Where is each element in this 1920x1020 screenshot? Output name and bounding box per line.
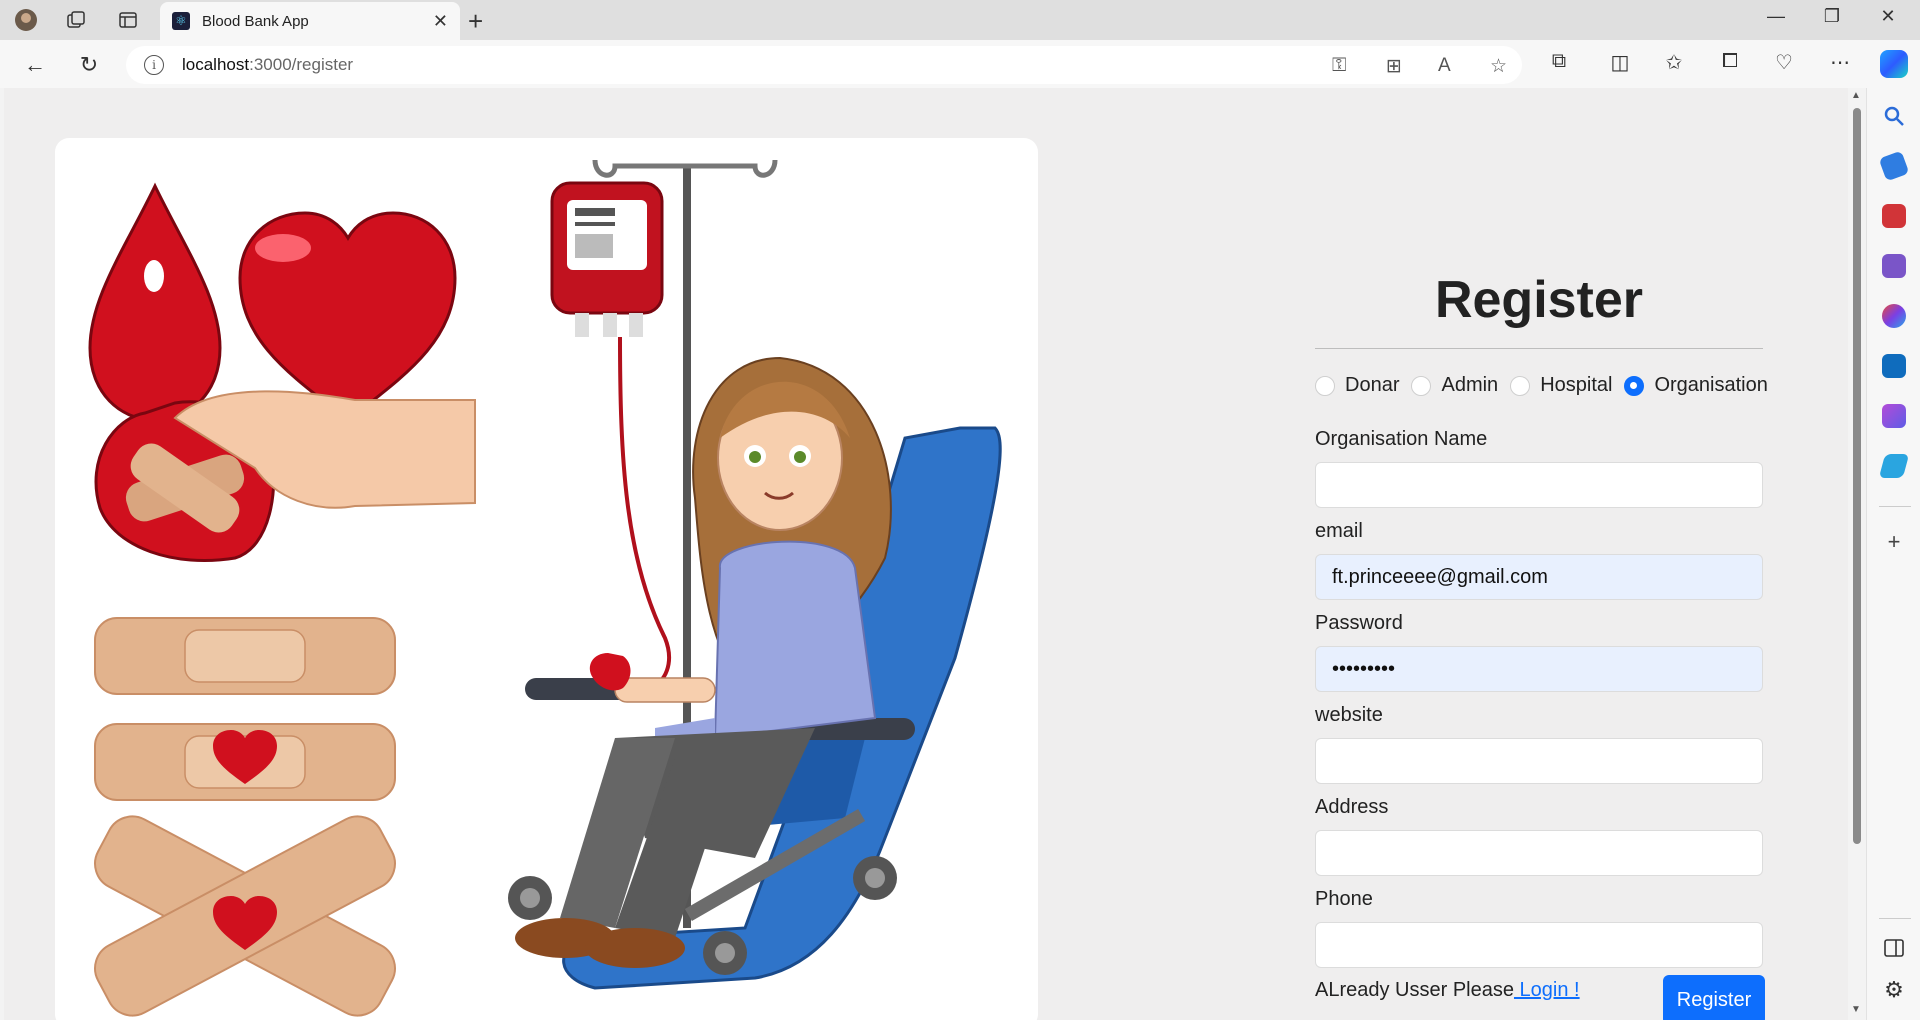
copilot-icon[interactable] <box>1880 50 1908 78</box>
email-input[interactable] <box>1315 554 1763 600</box>
apps-icon[interactable]: ⊞ <box>1386 55 1402 78</box>
password-label: Password <box>1315 612 1403 634</box>
role-label-organisation: Organisation <box>1654 374 1768 396</box>
read-aloud-icon[interactable]: A <box>1438 55 1451 77</box>
edge-sidebar: + ⚙ <box>1866 88 1920 1020</box>
register-button[interactable]: Register <box>1663 975 1765 1020</box>
page-scrollbar[interactable]: ▲ ▼ <box>1848 88 1866 1020</box>
outlook-icon[interactable] <box>1882 354 1906 378</box>
email-label: email <box>1315 520 1363 542</box>
url-path: :3000/register <box>249 55 354 74</box>
page-title: Register <box>1434 271 1644 329</box>
sidebar-divider <box>1879 506 1911 507</box>
close-tab-icon[interactable]: ✕ <box>433 11 448 32</box>
radio-donar[interactable] <box>1315 375 1335 396</box>
health-icon[interactable]: ♡ <box>1770 50 1798 75</box>
info-icon[interactable]: i <box>144 55 164 75</box>
tab-title: Blood Bank App <box>202 12 309 30</box>
role-label-donar: Donar <box>1345 374 1400 396</box>
new-tab-icon[interactable]: + <box>468 6 483 37</box>
page-content: Register Donar Admin Hospital Organisati… <box>4 88 1848 1020</box>
login-prompt-text: ALready Usser Please <box>1315 979 1514 1001</box>
website-label: website <box>1315 704 1383 726</box>
vertical-tabs-icon[interactable] <box>116 8 140 32</box>
blood-donation-illustration <box>55 138 1038 1020</box>
games-icon[interactable] <box>1882 254 1906 278</box>
tab-blood-bank[interactable]: ⚛ Blood Bank App ✕ <box>160 2 460 40</box>
workspaces-icon[interactable] <box>64 8 88 32</box>
role-organisation[interactable]: Organisation <box>1624 374 1768 397</box>
toolbox-icon[interactable] <box>1882 204 1906 228</box>
address-input[interactable] <box>1315 830 1763 876</box>
browser-titlebar: ⚛ Blood Bank App ✕ + — ❐ ✕ <box>0 0 1920 40</box>
add-icon[interactable]: + <box>1882 530 1906 554</box>
settings-icon[interactable]: ⚙ <box>1882 978 1906 1002</box>
login-prompt: ALready Usser Please Login ! <box>1315 979 1580 1002</box>
close-window-icon[interactable]: ✕ <box>1868 6 1908 27</box>
search-icon[interactable] <box>1882 104 1906 128</box>
scroll-up-icon[interactable]: ▲ <box>1851 90 1861 101</box>
role-hospital[interactable]: Hospital <box>1510 374 1612 397</box>
minimize-icon[interactable]: — <box>1756 6 1796 27</box>
login-link[interactable]: Login ! <box>1514 979 1580 1001</box>
role-admin[interactable]: Admin <box>1411 374 1498 397</box>
org-name-label: Organisation Name <box>1315 428 1488 450</box>
extensions-icon[interactable]: ⧉ <box>1545 50 1573 73</box>
office-icon[interactable] <box>1882 304 1906 328</box>
role-label-hospital: Hospital <box>1540 374 1613 396</box>
collections-icon[interactable]: ⧠ <box>1716 50 1744 73</box>
radio-organisation[interactable] <box>1624 375 1645 396</box>
phone-input[interactable] <box>1315 922 1763 968</box>
refresh-icon[interactable]: ↻ <box>76 52 102 78</box>
more-icon[interactable]: ⋯ <box>1826 50 1854 75</box>
role-label-admin: Admin <box>1441 374 1499 396</box>
tag-icon[interactable] <box>1878 150 1910 182</box>
designer-icon[interactable] <box>1882 404 1906 428</box>
phone-label: Phone <box>1315 888 1373 910</box>
address-bar[interactable]: i localhost:3000/register ⚿ ⊞ A ☆ <box>126 46 1522 84</box>
key-icon[interactable]: ⚿ <box>1332 55 1346 77</box>
react-favicon-icon: ⚛ <box>172 12 190 30</box>
password-input[interactable] <box>1315 646 1763 692</box>
back-icon[interactable]: ← <box>22 52 48 78</box>
role-donar[interactable]: Donar <box>1315 374 1399 397</box>
sidebar-divider-bottom <box>1879 918 1911 919</box>
sidebar-toggle-icon[interactable] <box>1882 936 1906 960</box>
restore-icon[interactable]: ❐ <box>1812 6 1852 27</box>
profile-avatar-icon[interactable] <box>14 8 38 32</box>
scroll-thumb[interactable] <box>1853 108 1861 844</box>
title-divider <box>1315 348 1763 349</box>
radio-hospital[interactable] <box>1510 375 1531 396</box>
star-icon[interactable]: ☆ <box>1490 55 1507 78</box>
org-name-input[interactable] <box>1315 462 1763 508</box>
radio-admin[interactable] <box>1411 375 1432 396</box>
send-icon[interactable] <box>1878 454 1910 478</box>
website-input[interactable] <box>1315 738 1763 784</box>
split-screen-icon[interactable]: ◫ <box>1606 50 1634 75</box>
scroll-down-icon[interactable]: ▼ <box>1851 1004 1861 1015</box>
role-radio-group: Donar Admin Hospital Organisation <box>1315 374 1780 397</box>
favorites-icon[interactable]: ✩ <box>1660 50 1688 75</box>
url-host: localhost <box>182 55 250 74</box>
browser-navbar: ← ↻ i localhost:3000/register ⚿ ⊞ A ☆ ⧉ … <box>0 40 1920 88</box>
address-label: Address <box>1315 796 1389 818</box>
